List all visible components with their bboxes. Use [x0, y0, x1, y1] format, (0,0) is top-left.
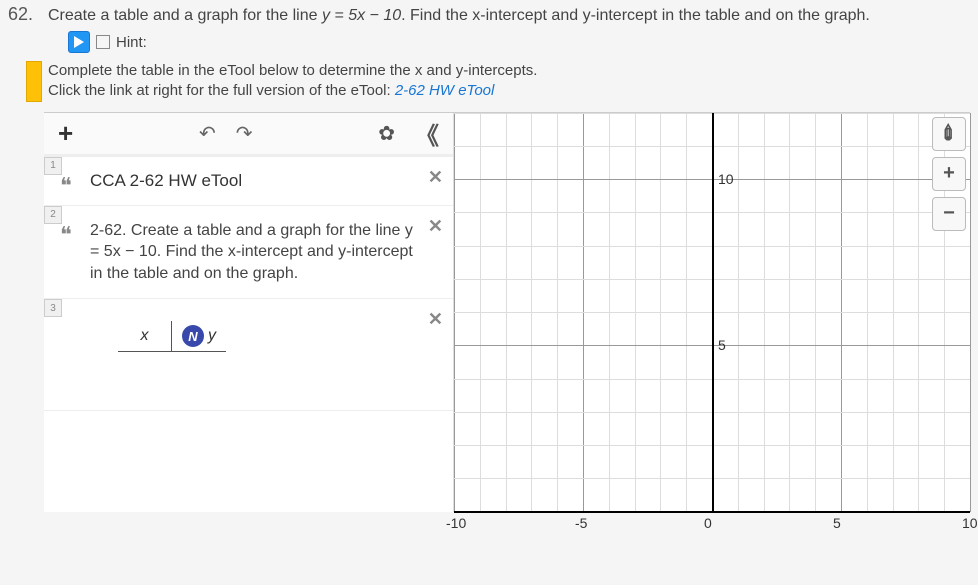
x-tick-label: 5	[833, 515, 841, 531]
card-table-row: 3 ✕ x N y	[44, 299, 453, 411]
table-header-y-label: y	[208, 327, 216, 345]
card-instruction-row: 2 ❝ ✕ 2-62. Create a table and a graph f…	[44, 206, 453, 300]
hint-checkbox[interactable]	[96, 35, 110, 49]
table-header-x: x	[118, 321, 172, 351]
etool-container: + ↶ ↷ ✿ 《 1 ❝ ✕ CCA 2-62 HW eTool 2 ❝	[44, 112, 970, 512]
graph-controls: ✐ + −	[932, 117, 966, 231]
question-text-after: . Find the x-intercept and y-intercept i…	[401, 7, 870, 24]
question-equation: y = 5x − 10	[322, 7, 401, 24]
wrench-button[interactable]: ✐	[932, 117, 966, 151]
graph-panel[interactable]: 0510-10-5510 ✐ + −	[454, 113, 970, 512]
add-button[interactable]: +	[58, 118, 73, 149]
quote-icon: ❝	[60, 173, 72, 199]
hint-label: Hint:	[116, 34, 147, 51]
y-tick-label: 5	[718, 337, 726, 353]
settings-button[interactable]: ✿	[378, 121, 395, 146]
close-icon[interactable]: ✕	[428, 309, 443, 330]
wrench-icon: ✐	[934, 119, 964, 149]
card-title-text: CCA 2-62 HW eTool	[90, 171, 419, 191]
instruction-line1: Complete the table in the eTool below to…	[48, 61, 537, 81]
table-header-y: N y	[172, 321, 226, 351]
question-number: 62.	[8, 4, 36, 25]
instruction-text: Complete the table in the eTool below to…	[48, 61, 537, 102]
redo-button[interactable]: ↷	[236, 121, 253, 146]
x-tick-label: 0	[704, 515, 712, 531]
card-title-row: 1 ❝ ✕ CCA 2-62 HW eTool	[44, 157, 453, 206]
close-icon[interactable]: ✕	[428, 167, 443, 188]
etool-link[interactable]: 2-62 HW eTool	[395, 82, 495, 99]
instruction-line2: Click the link at right for the full ver…	[48, 81, 537, 101]
zoom-out-button[interactable]: −	[932, 197, 966, 231]
card-row-number: 3	[44, 299, 62, 317]
n-badge-icon: N	[182, 325, 204, 347]
xy-table[interactable]: x N y	[118, 321, 226, 388]
x-tick-label: 10	[962, 515, 978, 531]
zoom-in-button[interactable]: +	[932, 157, 966, 191]
graph-grid: 0510-10-5510	[454, 113, 970, 512]
hint-toggle-button[interactable]	[68, 31, 90, 53]
instruction-marker	[26, 61, 42, 102]
undo-button[interactable]: ↶	[199, 121, 216, 146]
x-tick-label: -10	[446, 515, 466, 531]
quote-icon: ❝	[60, 222, 72, 248]
play-icon	[74, 36, 84, 48]
question-text-before: Create a table and a graph for the line	[48, 7, 322, 24]
x-tick-label: -5	[575, 515, 587, 531]
table-body[interactable]	[118, 352, 226, 388]
collapse-button[interactable]: 《	[415, 116, 439, 151]
left-panel: + ↶ ↷ ✿ 《 1 ❝ ✕ CCA 2-62 HW eTool 2 ❝	[44, 113, 454, 512]
card-body-text: 2-62. Create a table and a graph for the…	[90, 220, 419, 285]
card-list: 1 ❝ ✕ CCA 2-62 HW eTool 2 ❝ ✕ 2-62. Crea…	[44, 157, 453, 512]
question-text: Create a table and a graph for the line …	[48, 7, 870, 25]
close-icon[interactable]: ✕	[428, 216, 443, 237]
toolbar: + ↶ ↷ ✿ 《	[44, 113, 453, 157]
y-tick-label: 10	[718, 171, 734, 187]
instruction-line2-prefix: Click the link at right for the full ver…	[48, 82, 395, 99]
